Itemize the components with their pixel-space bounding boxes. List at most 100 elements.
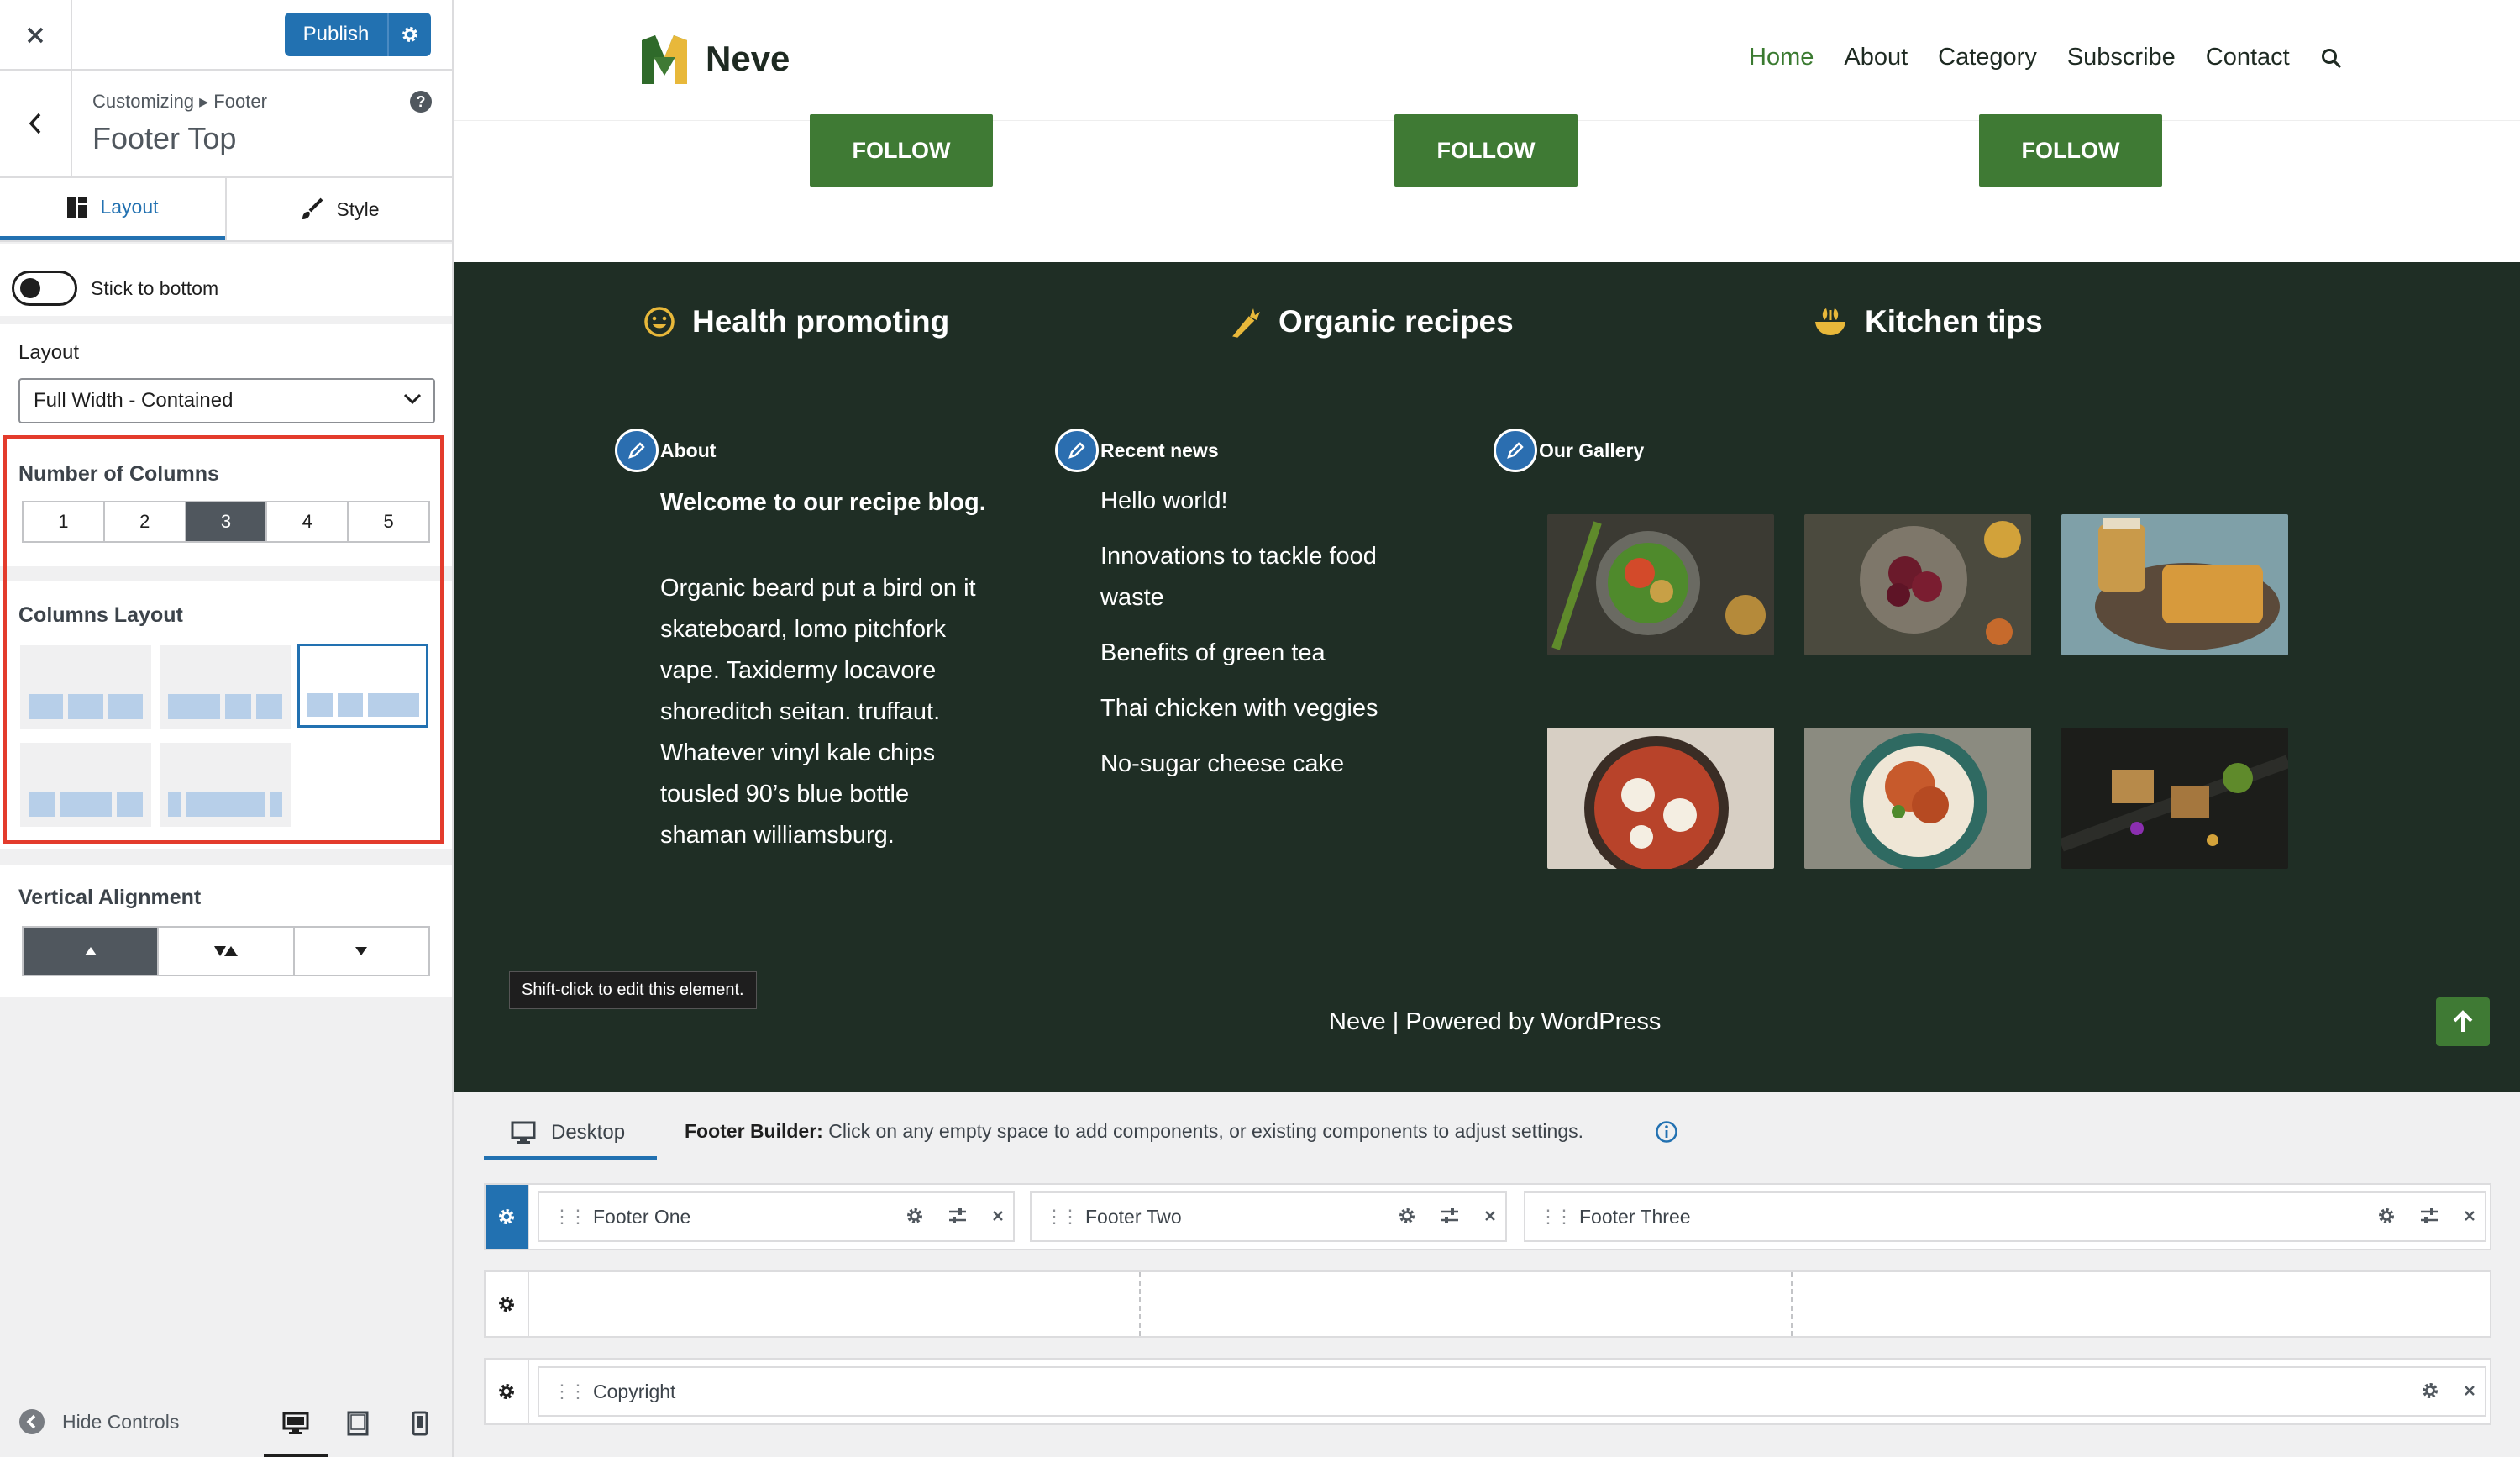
nav-item-contact[interactable]: Contact (2206, 44, 2290, 71)
gallery-image-cherries-plate[interactable] (1804, 514, 2031, 655)
stick-to-bottom-toggle[interactable] (12, 271, 77, 306)
gear-icon (499, 1209, 514, 1224)
align-bottom-icon (355, 947, 368, 955)
drag-handle-icon[interactable]: ⋮⋮ (1045, 1206, 1079, 1228)
layout-select[interactable]: Full Width - Contained (18, 378, 435, 423)
about-body: Organic beard put a bird on it skateboar… (660, 575, 976, 849)
gear-icon[interactable] (2377, 1207, 2396, 1225)
builder-row-main[interactable] (484, 1270, 2491, 1338)
news-item[interactable]: Benefits of green tea (1100, 633, 1420, 674)
drag-handle-icon[interactable]: ⋮⋮ (553, 1381, 587, 1402)
powered-by-text[interactable]: Neve | Powered by WordPress (1329, 1008, 1661, 1036)
builder-row-top[interactable]: ⋮⋮ Footer One ⋮⋮ Footer Two ⋮⋮ Footer Th… (484, 1183, 2491, 1250)
row-main-settings-button[interactable] (486, 1272, 529, 1336)
edit-widget-news-button[interactable] (1055, 429, 1099, 472)
primary-nav: Home About Category Subscribe Contact (1749, 44, 2342, 71)
close-icon[interactable] (991, 1209, 1005, 1223)
builder-info-label: Footer Builder: (685, 1120, 823, 1142)
publish-button[interactable]: Publish (285, 13, 431, 56)
back-button[interactable] (0, 71, 72, 176)
bowl-icon (1815, 308, 1845, 335)
align-middle-button[interactable] (159, 928, 295, 975)
widget-gallery-label: Our Gallery (1539, 439, 1645, 461)
site-title[interactable]: Neve (706, 39, 790, 79)
builder-info: Footer Builder: Click on any empty space… (685, 1120, 1583, 1143)
carrot-icon (1232, 308, 1260, 338)
gallery-image-grilled-skewers[interactable] (2061, 728, 2288, 869)
site-preview: Neve Home About Category Subscribe Conta… (454, 0, 2520, 1092)
preview-desktop-button[interactable] (264, 1407, 328, 1457)
component-label: Footer One (593, 1205, 691, 1228)
nav-item-category[interactable]: Category (1938, 44, 2037, 71)
gallery-image-toast-honey[interactable] (2061, 514, 2288, 655)
gear-icon[interactable] (1398, 1207, 1416, 1225)
vertical-alignment-buttons (22, 926, 430, 976)
footer-builder-panel: Desktop Footer Builder: Click on any emp… (454, 1092, 2520, 1457)
gear-icon (402, 27, 417, 42)
column-divider (1139, 1272, 1141, 1336)
close-icon[interactable] (1483, 1209, 1497, 1223)
close-icon[interactable] (2463, 1209, 2476, 1223)
search-icon[interactable] (2320, 47, 2342, 69)
news-item[interactable]: Hello world! (1100, 481, 1420, 522)
site-header: Neve Home About Category Subscribe Conta… (454, 0, 2520, 121)
news-item[interactable]: Thai chicken with veggies (1100, 688, 1420, 729)
section-title: Footer Top (92, 121, 237, 155)
edit-widget-gallery-button[interactable] (1494, 429, 1537, 472)
builder-row-bottom[interactable]: ⋮⋮ Copyright (484, 1358, 2491, 1425)
device-tab-desktop[interactable]: Desktop (484, 1109, 657, 1160)
component-footer-three[interactable]: ⋮⋮ Footer Three (1524, 1191, 2486, 1242)
help-icon[interactable]: ? (410, 91, 432, 113)
drag-handle-icon[interactable]: ⋮⋮ (553, 1206, 587, 1228)
about-heading: Welcome to our recipe blog. (660, 489, 986, 516)
follow-button-1[interactable]: FOLLOW (810, 114, 993, 187)
component-footer-two[interactable]: ⋮⋮ Footer Two (1030, 1191, 1507, 1242)
gear-icon (499, 1384, 514, 1399)
sliders-icon[interactable] (2419, 1207, 2439, 1225)
sliders-icon[interactable] (1440, 1207, 1460, 1225)
align-bottom-button[interactable] (295, 928, 428, 975)
gallery-image-shakshuka[interactable] (1547, 728, 1774, 869)
gallery-image-salad-bowl[interactable] (1547, 514, 1774, 655)
drag-handle-icon[interactable]: ⋮⋮ (1539, 1206, 1573, 1228)
gear-icon[interactable] (906, 1207, 924, 1225)
nav-item-home[interactable]: Home (1749, 44, 1814, 71)
tab-style-label: Style (336, 197, 380, 220)
hide-controls-label: Hide Controls (62, 1410, 180, 1433)
preview-mobile-button[interactable] (403, 1407, 437, 1440)
tab-layout[interactable]: Layout (0, 178, 225, 240)
info-icon[interactable] (1655, 1120, 1678, 1144)
chevron-down-icon (403, 393, 422, 405)
news-item[interactable]: Innovations to tackle food waste (1100, 536, 1420, 618)
follow-button-3[interactable]: FOLLOW (1979, 114, 2162, 187)
widget-about-label: About (660, 439, 717, 461)
scroll-to-top-button[interactable] (2436, 997, 2490, 1046)
nav-item-about[interactable]: About (1844, 44, 1908, 71)
gear-icon[interactable] (2421, 1381, 2439, 1400)
section-header: Customizing ▸ Footer Footer Top ? (0, 71, 452, 178)
close-icon[interactable] (2463, 1384, 2476, 1397)
follow-button-2[interactable]: FOLLOW (1394, 114, 1578, 187)
publish-settings-button[interactable] (389, 24, 431, 45)
feature-health-label: Health promoting (692, 304, 950, 339)
align-top-button[interactable] (24, 928, 160, 975)
customizer-sidebar: Publish Customizing ▸ Footer Footer Top … (0, 0, 454, 1457)
tab-style[interactable]: Style (225, 178, 452, 240)
row-top-settings-button[interactable] (486, 1185, 529, 1249)
row-bottom-settings-button[interactable] (486, 1360, 529, 1423)
layout-style-tabs: Layout Style (0, 178, 452, 242)
close-customizer-button[interactable] (0, 0, 72, 71)
component-copyright[interactable]: ⋮⋮ Copyright (538, 1366, 2486, 1417)
component-footer-one[interactable]: ⋮⋮ Footer One (538, 1191, 1015, 1242)
nav-item-subscribe[interactable]: Subscribe (2067, 44, 2176, 71)
sliders-icon[interactable] (948, 1207, 968, 1225)
desktop-icon (511, 1121, 536, 1144)
edit-widget-about-button[interactable] (615, 429, 659, 472)
preview-tablet-button[interactable] (341, 1407, 375, 1440)
gallery-image-chicken-rice[interactable] (1804, 728, 2031, 869)
hide-controls-button[interactable]: Hide Controls (18, 1408, 179, 1435)
news-item[interactable]: No-sugar cheese cake (1100, 744, 1420, 785)
layout-label: Layout (18, 341, 80, 364)
widget-title-about: About (615, 429, 716, 472)
toggle-knob (20, 278, 40, 298)
